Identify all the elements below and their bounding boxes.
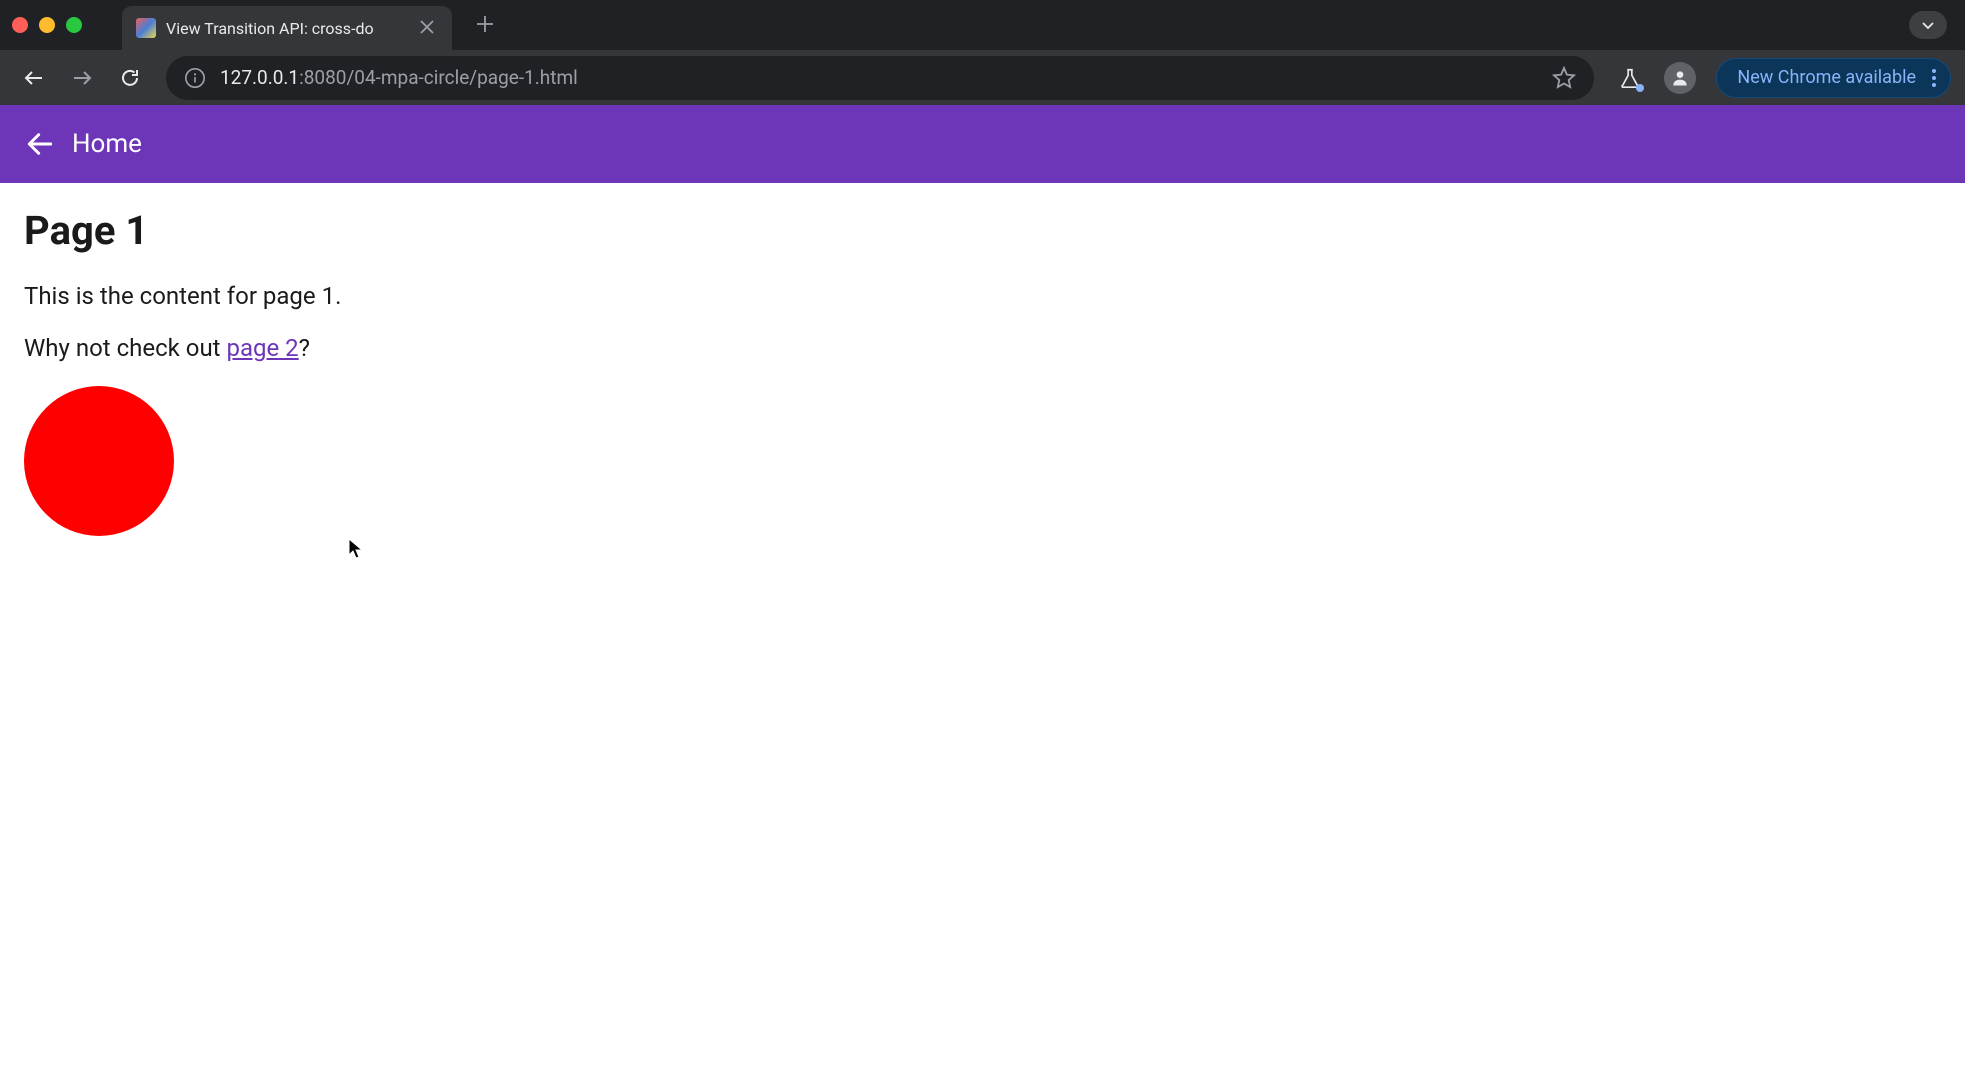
page-paragraph-2: Why not check out page 2? (24, 334, 1941, 362)
reload-icon (118, 66, 142, 90)
page-2-link[interactable]: page 2 (226, 334, 298, 362)
arrow-right-icon (70, 66, 94, 90)
address-bar[interactable]: 127.0.0.1:8080/04-mpa-circle/page-1.html (166, 56, 1594, 100)
close-icon (420, 20, 434, 34)
notification-dot-icon (1636, 84, 1644, 92)
home-link[interactable]: Home (72, 129, 142, 159)
url-path: /04-mpa-circle/page-1.html (346, 66, 577, 89)
profile-button[interactable] (1664, 62, 1696, 94)
page-content: Page 1 This is the content for page 1. W… (0, 183, 1965, 560)
arrow-left-icon (24, 128, 56, 160)
page-paragraph-1: This is the content for page 1. (24, 282, 1941, 310)
url-text: 127.0.0.1:8080/04-mpa-circle/page-1.html (220, 66, 1538, 89)
labs-button[interactable] (1610, 58, 1650, 98)
arrow-left-icon (22, 66, 46, 90)
chrome-update-button[interactable]: New Chrome available (1716, 58, 1951, 98)
browser-tab-strip: View Transition API: cross-do (0, 0, 1965, 50)
person-icon (1670, 68, 1690, 88)
back-button[interactable] (14, 58, 54, 98)
info-icon (184, 67, 206, 89)
window-controls (12, 17, 82, 33)
para2-suffix: ? (299, 334, 310, 362)
kebab-menu-icon (1926, 69, 1936, 87)
site-info-button[interactable] (184, 67, 206, 89)
window-maximize-button[interactable] (66, 17, 82, 33)
page-header: Home (0, 105, 1965, 183)
window-minimize-button[interactable] (39, 17, 55, 33)
url-host: 127.0.0.1 (220, 66, 299, 89)
new-tab-button[interactable] (468, 7, 502, 43)
plus-icon (476, 15, 494, 33)
tab-favicon-icon (136, 18, 156, 38)
header-back-button[interactable] (24, 128, 56, 160)
tab-title: View Transition API: cross-do (166, 19, 406, 38)
bookmark-button[interactable] (1552, 66, 1576, 90)
url-port: :8080 (299, 66, 346, 89)
star-icon (1552, 66, 1576, 90)
para2-prefix: Why not check out (24, 334, 226, 362)
browser-tab[interactable]: View Transition API: cross-do (122, 6, 452, 50)
red-circle (24, 386, 174, 536)
update-label: New Chrome available (1737, 67, 1916, 88)
page-title: Page 1 (24, 207, 1941, 254)
close-tab-button[interactable] (416, 16, 438, 41)
browser-toolbar: 127.0.0.1:8080/04-mpa-circle/page-1.html… (0, 50, 1965, 105)
window-close-button[interactable] (12, 17, 28, 33)
tabs-dropdown-button[interactable] (1909, 11, 1947, 39)
reload-button[interactable] (110, 58, 150, 98)
chevron-down-icon (1921, 18, 1935, 32)
forward-button[interactable] (62, 58, 102, 98)
